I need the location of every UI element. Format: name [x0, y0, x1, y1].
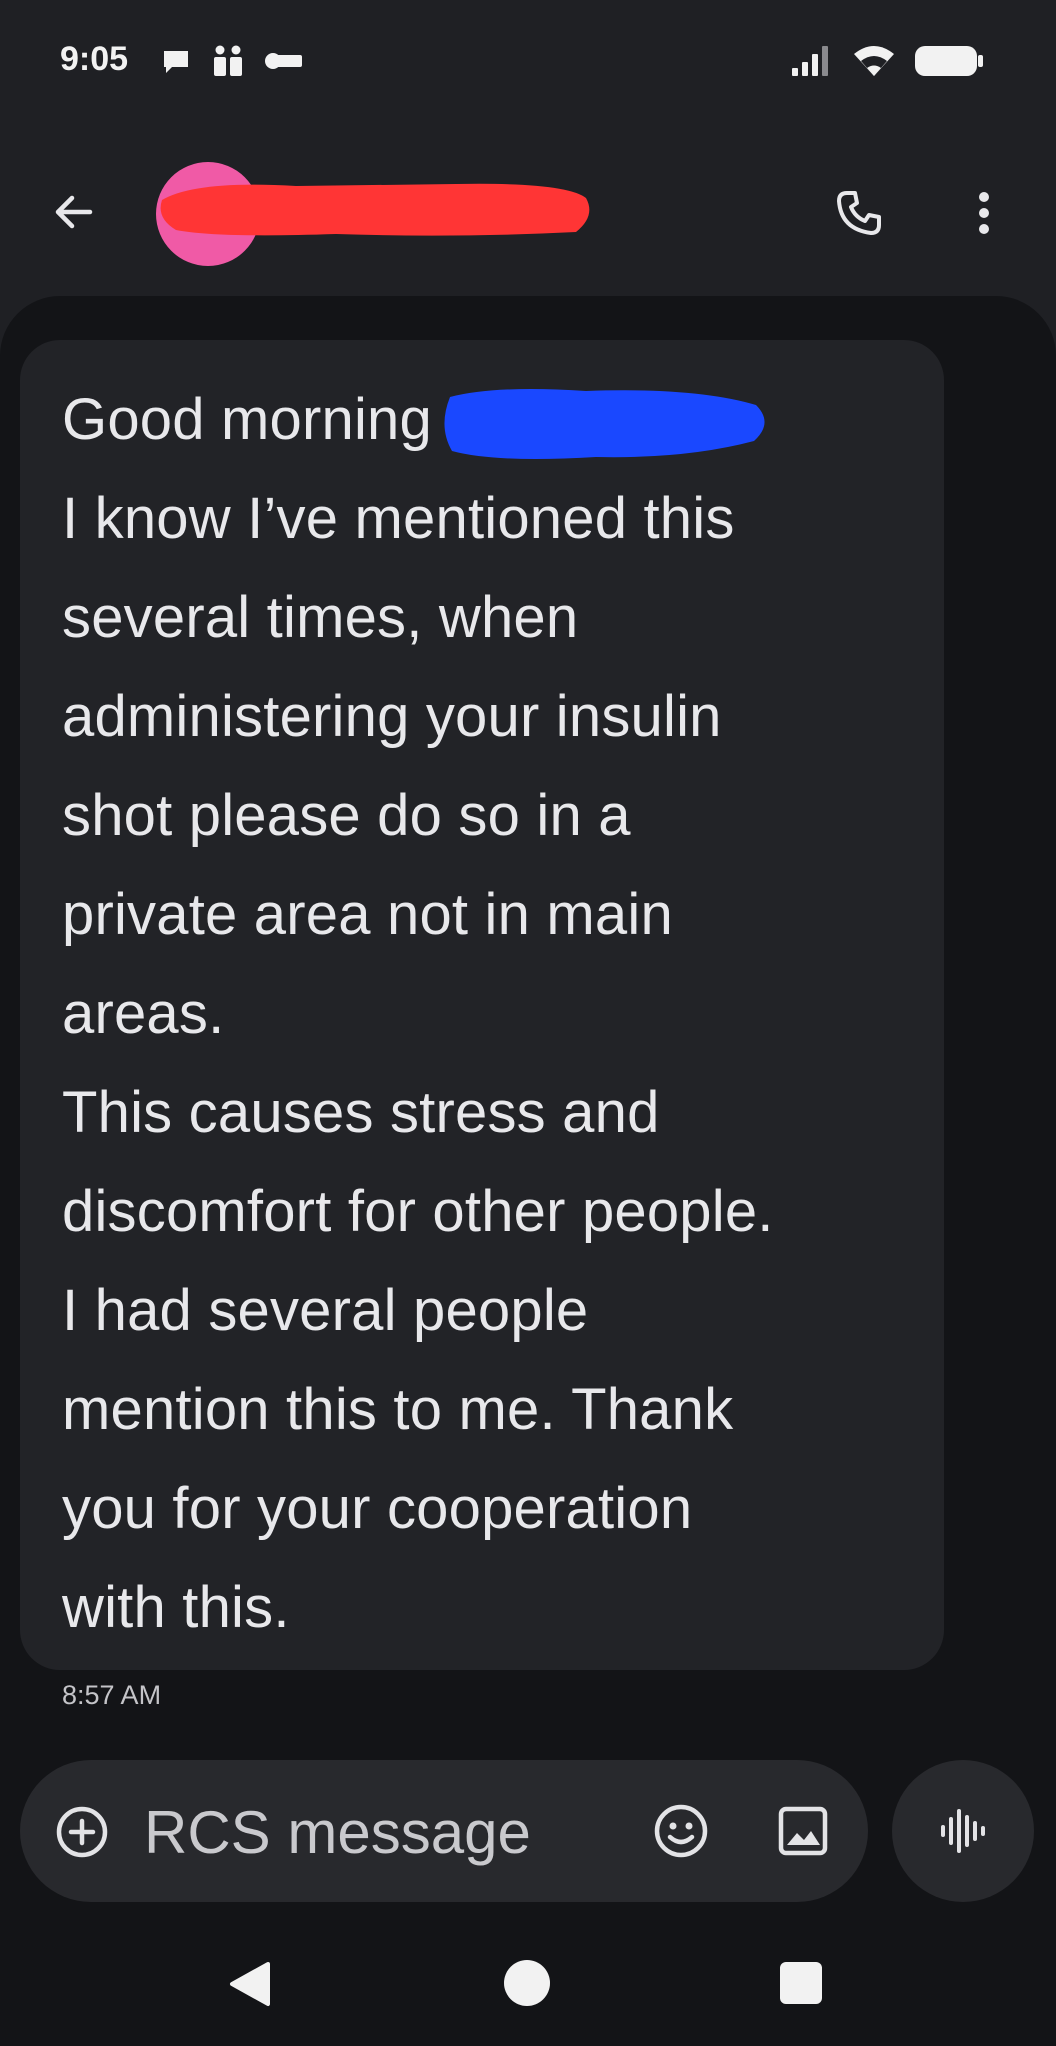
compose-bar: RCS message: [0, 1742, 1056, 1922]
incoming-message-bubble[interactable]: Good morning I know I’ve mentioned this …: [20, 340, 944, 1670]
wifi-icon: [852, 44, 896, 83]
emoji-button[interactable]: [650, 1800, 712, 1862]
message-line: areas.: [62, 981, 225, 1046]
call-button[interactable]: [828, 182, 890, 244]
system-navigation-bar: [0, 1922, 1056, 2046]
voice-waveform-icon: [941, 1809, 985, 1853]
message-line: Good morning: [62, 387, 432, 452]
nav-back-button[interactable]: [228, 1960, 272, 2013]
message-text: Good morning I know I’ve mentioned this …: [62, 370, 904, 1657]
message-line: administering your insulin: [62, 684, 722, 749]
notification-icons: [160, 44, 304, 83]
greeting-name-redaction: [436, 383, 776, 469]
teams-icon: [210, 44, 246, 83]
message-input[interactable]: RCS message: [144, 1798, 531, 1867]
cell-signal-icon: [790, 44, 834, 83]
gallery-icon: [778, 1806, 828, 1856]
message-composer[interactable]: RCS message: [20, 1760, 868, 1902]
message-line: you for your cooperation: [62, 1476, 693, 1541]
message-line: several times, when: [62, 585, 579, 650]
back-button[interactable]: [44, 182, 104, 242]
message-line: mention this to me. Thank: [62, 1377, 734, 1442]
key-icon: [264, 49, 304, 78]
message-line: shot please do so in a: [62, 783, 631, 848]
message-line: This causes stress and: [62, 1080, 660, 1145]
message-list[interactable]: Good morning I know I’ve mentioned this …: [0, 296, 1056, 1742]
chat-bubble-icon: [160, 45, 192, 82]
message-line: I know I’ve mentioned this: [62, 486, 735, 551]
add-circle-icon: [56, 1806, 108, 1858]
home-circle-icon[interactable]: [504, 1960, 550, 2006]
message-line: with this.: [62, 1575, 290, 1640]
phone-icon: [837, 191, 881, 235]
status-time: 9:05: [60, 40, 129, 78]
more-options-button[interactable]: [962, 182, 1006, 244]
system-icons: [790, 44, 984, 83]
more-vert-icon: [979, 192, 989, 234]
message-line: I had several people: [62, 1278, 589, 1343]
voice-message-button[interactable]: [892, 1760, 1034, 1902]
battery-icon: [914, 44, 984, 83]
back-triangle-icon: [230, 1962, 270, 2006]
gallery-button[interactable]: [772, 1800, 834, 1862]
message-line: discomfort for other people.: [62, 1179, 774, 1244]
status-bar: 9:05: [0, 0, 1056, 130]
arrow-back-icon: [55, 195, 93, 229]
message-line: private area not in main: [62, 882, 673, 947]
emoji-icon: [654, 1804, 708, 1858]
contact-name-redaction: [156, 176, 596, 246]
message-timestamp: 8:57 AM: [62, 1680, 162, 1710]
attach-button[interactable]: [54, 1804, 110, 1860]
recents-square-icon[interactable]: [780, 1962, 822, 2004]
conversation-header: [0, 130, 1056, 296]
